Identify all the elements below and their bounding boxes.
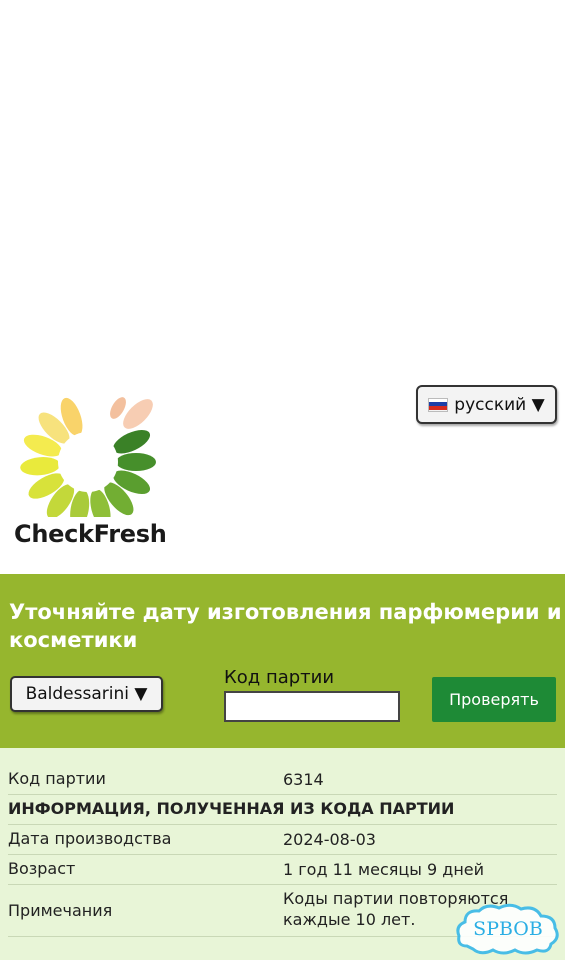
russia-flag-icon bbox=[428, 397, 449, 412]
table-row: Дата производства 2024-08-03 bbox=[8, 825, 557, 855]
language-select-label: русский ▼ bbox=[454, 394, 545, 415]
batch-code-label: Код партии bbox=[224, 667, 335, 688]
brand-select[interactable]: Baldessarini ▼ bbox=[10, 676, 163, 712]
table-row: ИНФОРМАЦИЯ, ПОЛУЧЕННАЯ ИЗ КОДА ПАРТИИ bbox=[8, 795, 557, 825]
logo-text: CheckFresh bbox=[14, 520, 167, 548]
section-heading: ИНФОРМАЦИЯ, ПОЛУЧЕННАЯ ИЗ КОДА ПАРТИИ bbox=[8, 799, 455, 818]
row-key: Возраст bbox=[8, 859, 76, 878]
row-key: Примечания bbox=[8, 901, 113, 920]
logo-petal bbox=[116, 453, 156, 471]
table-row: Код партии 6314 bbox=[8, 763, 557, 795]
batch-code-input[interactable] bbox=[224, 691, 400, 722]
checkfresh-logo-icon bbox=[20, 397, 156, 517]
page-headline: Уточняйте дату изготовления парфюмерии и… bbox=[9, 600, 562, 652]
row-value: 2024-08-03 bbox=[283, 830, 376, 849]
watermark-text: SPBOB bbox=[473, 918, 543, 940]
row-value: 1 год 11 месяцы 9 дней bbox=[283, 860, 485, 879]
row-key: Код партии bbox=[8, 769, 106, 788]
table-row: Возраст 1 год 11 месяцы 9 дней bbox=[8, 855, 557, 885]
row-value: 6314 bbox=[283, 770, 324, 789]
check-button[interactable]: Проверять bbox=[432, 677, 556, 722]
row-key: Дата производства bbox=[8, 829, 172, 848]
language-select[interactable]: русский ▼ bbox=[416, 385, 557, 424]
spbob-watermark: SPBOB bbox=[456, 903, 559, 955]
